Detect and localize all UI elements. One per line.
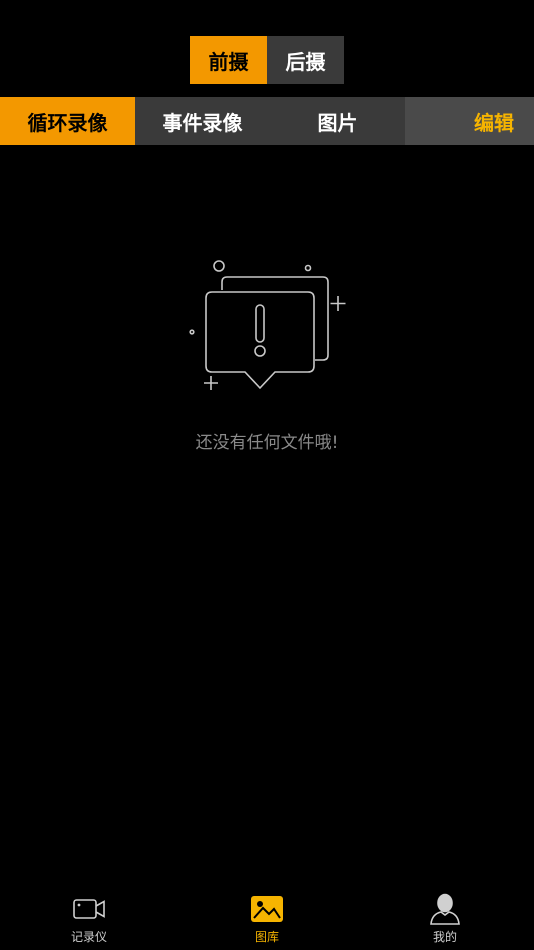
file-type-tabs: 循环录像 事件录像 图片 编辑 <box>0 97 534 145</box>
nav-profile[interactable]: 我的 <box>356 888 534 950</box>
nav-gallery[interactable]: 图库 <box>178 888 356 950</box>
empty-state-text: 还没有任何文件哦! <box>195 433 339 453</box>
empty-state-illustration <box>186 256 348 396</box>
tab-photos[interactable]: 图片 <box>270 97 405 145</box>
edit-button[interactable]: 编辑 <box>405 97 534 145</box>
nav-profile-label: 我的 <box>432 930 457 944</box>
empty-message-icon <box>189 260 346 390</box>
gallery-icon <box>250 894 284 924</box>
camera-switch: 前摄 后摄 <box>190 36 344 84</box>
tab-loop-recording[interactable]: 循环录像 <box>0 97 135 145</box>
profile-icon <box>428 893 462 925</box>
nav-recorder-label: 记录仪 <box>70 930 107 944</box>
bottom-navigation: 记录仪 图库 我的 <box>0 888 534 950</box>
front-camera-button[interactable]: 前摄 <box>190 36 267 84</box>
rear-camera-button[interactable]: 后摄 <box>267 36 344 84</box>
camera-icon <box>72 894 106 924</box>
nav-recorder[interactable]: 记录仪 <box>0 888 178 950</box>
tab-event-recording[interactable]: 事件录像 <box>135 97 270 145</box>
nav-gallery-label: 图库 <box>254 930 279 944</box>
